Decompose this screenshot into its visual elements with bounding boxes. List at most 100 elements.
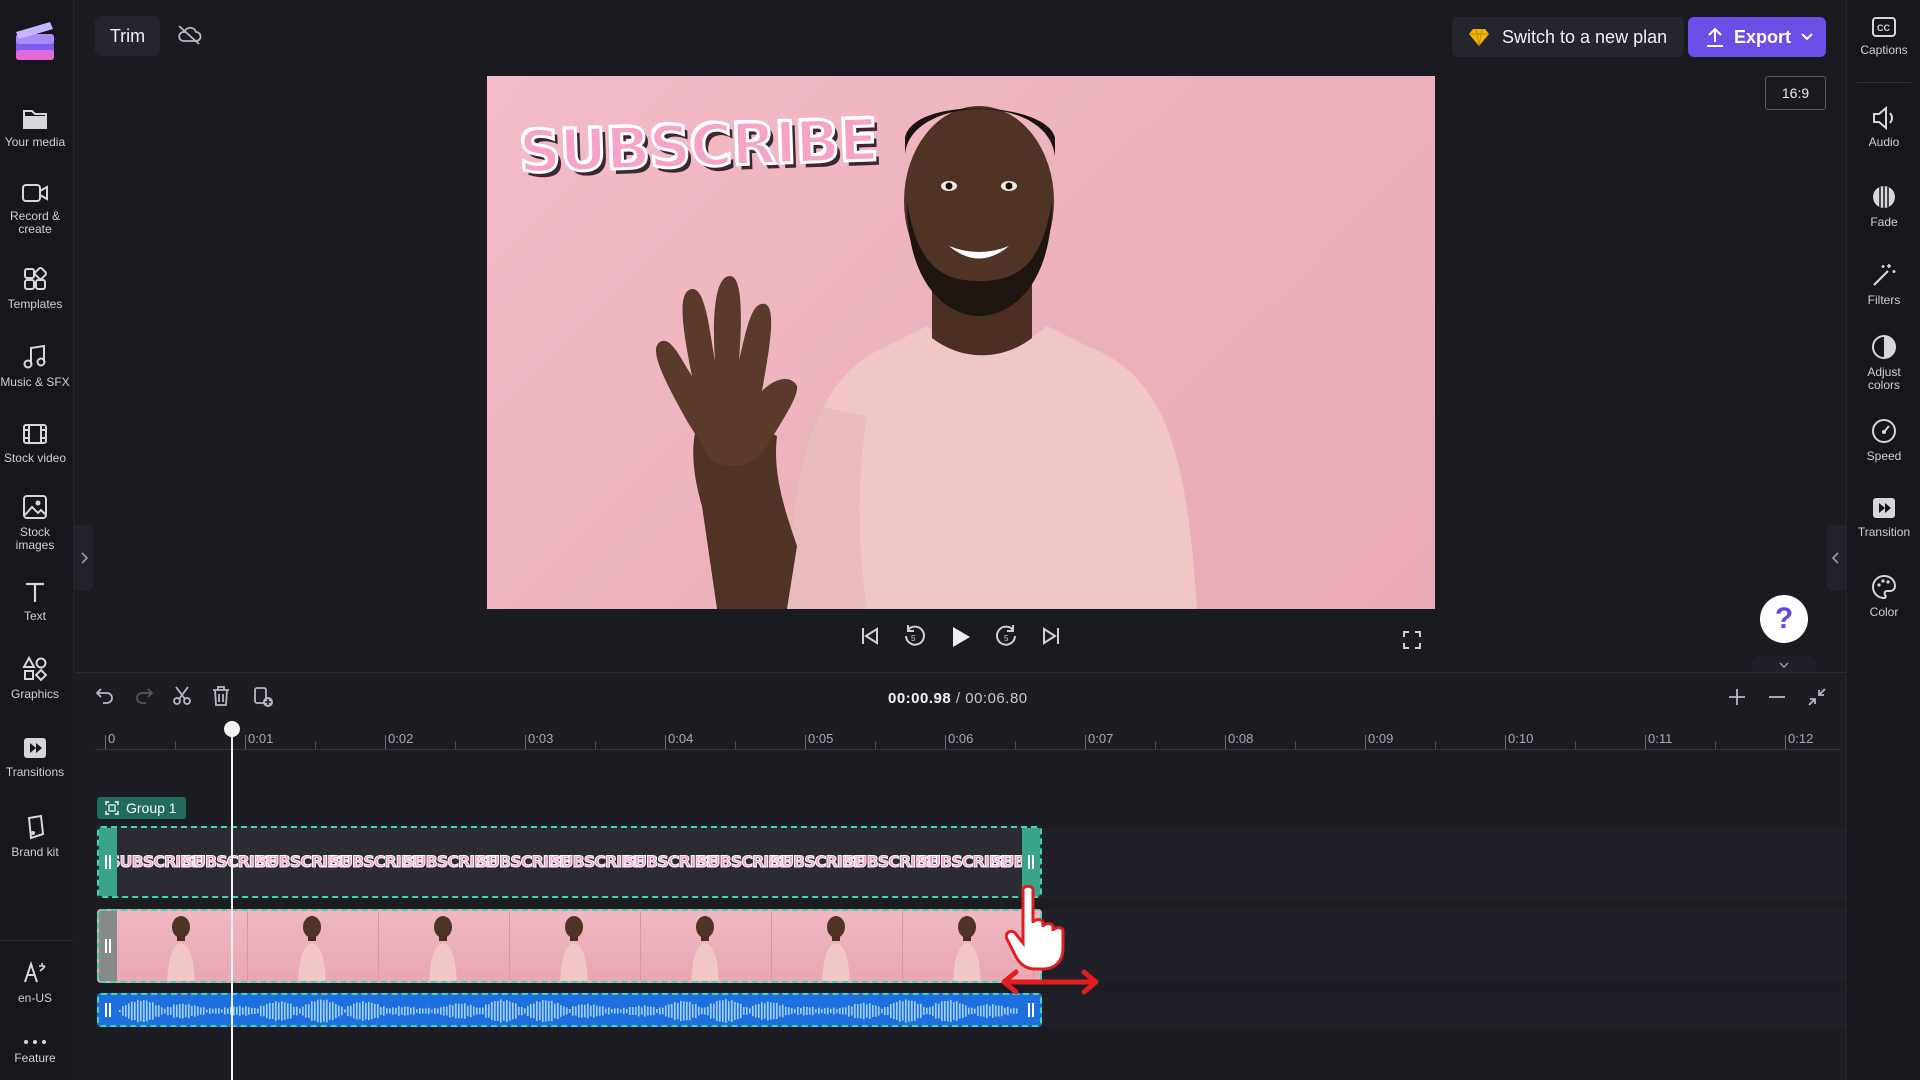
waveform-bar [551, 1000, 553, 1022]
waveform-bar [791, 1008, 793, 1014]
property-color[interactable]: Color [1847, 574, 1920, 619]
subscribe-sticker[interactable]: SUBSCRIBE [516, 104, 880, 187]
switch-plan-button[interactable]: Switch to a new plan [1452, 17, 1684, 57]
collapse-left-panel-button[interactable] [74, 525, 94, 591]
waveform-bar [404, 1006, 406, 1016]
sidebar-divider [1857, 82, 1911, 83]
playhead[interactable] [231, 728, 233, 1080]
sidebar-item-stock-images[interactable]: Stock images [0, 494, 70, 552]
duplicate-button[interactable] [252, 686, 274, 713]
property-speed[interactable]: Speed [1847, 418, 1920, 463]
waveform-bar [149, 1002, 151, 1020]
sticker-clip[interactable]: SUBSCRIBESUBSCRIBESUBSCRIBESUBSCRIBESUBS… [97, 826, 1042, 898]
forward-5-icon: 5 [996, 625, 1016, 646]
sidebar-item-feature[interactable]: Feature [0, 1038, 70, 1065]
collapse-right-panel-button[interactable] [1826, 525, 1846, 591]
skip-to-end-button[interactable] [1041, 626, 1061, 651]
ruler-minor-tick [595, 741, 596, 749]
trim-button[interactable]: Trim [95, 16, 160, 56]
sidebar-item-stock-video[interactable]: Stock video [0, 422, 70, 465]
waveform-bar [710, 1003, 712, 1019]
playhead-handle[interactable] [224, 721, 240, 737]
waveform-bar [572, 1006, 574, 1016]
waveform-bar [386, 1008, 388, 1014]
sidebar-item-transitions[interactable]: Transitions [0, 736, 70, 779]
property-transition[interactable]: Transition [1847, 496, 1920, 539]
sidebar-item-language[interactable]: en-US [0, 960, 70, 1005]
waveform-bar [155, 1005, 157, 1017]
rewind-5-button[interactable]: 5 [902, 624, 926, 655]
help-button[interactable]: ? [1760, 595, 1808, 643]
waveform-bar [722, 1000, 724, 1022]
waveform-bar [659, 1007, 661, 1015]
property-adjust-colors[interactable]: Adjust colors [1847, 334, 1920, 392]
delete-button[interactable] [212, 686, 230, 711]
skip-to-start-button[interactable] [860, 626, 880, 651]
sidebar-item-text[interactable]: Text [0, 580, 70, 623]
export-button[interactable]: Export [1688, 17, 1826, 57]
fit-timeline-button[interactable] [1808, 688, 1826, 711]
waveform-bar [917, 1003, 919, 1019]
waveform-bar [188, 1003, 190, 1019]
zoom-in-button[interactable] [1728, 688, 1746, 711]
waveform-bar [356, 1002, 358, 1020]
waveform-bar [449, 1004, 451, 1018]
play-icon [953, 627, 970, 647]
sidebar-item-record-create[interactable]: Record & create [0, 182, 70, 236]
sidebar-item-your-media[interactable]: Your media [0, 108, 70, 149]
waveform-bar [809, 1007, 811, 1015]
waveform-bar [875, 1005, 877, 1017]
waveform-bar [578, 1004, 580, 1018]
ruler-tick-label: 0:12 [1788, 731, 1814, 746]
waveform-bar [455, 1003, 457, 1019]
audio-clip[interactable] [97, 993, 1042, 1027]
aspect-ratio-button[interactable]: 16:9 [1765, 76, 1826, 110]
shapes-icon [22, 656, 48, 682]
waveform-bar [617, 1008, 619, 1014]
clipchamp-logo-icon[interactable] [14, 20, 56, 62]
undo-button[interactable] [95, 686, 115, 709]
property-fade[interactable]: Fade [1847, 184, 1920, 229]
ruler-major-tick [105, 735, 106, 749]
waveform-bar [593, 1004, 595, 1018]
waveform-bar [599, 1006, 601, 1016]
video-preview[interactable]: SUBSCRIBE [487, 76, 1435, 609]
forward-5-button[interactable]: 5 [995, 624, 1019, 655]
waveform-bar [290, 1003, 292, 1019]
property-filters[interactable]: Filters [1847, 262, 1920, 307]
property-audio[interactable]: Audio [1847, 106, 1920, 149]
ruler-tick-label: 0:10 [1508, 731, 1534, 746]
video-clip[interactable] [97, 909, 1042, 983]
redo-button[interactable] [134, 686, 154, 709]
waveform-bar [719, 1000, 721, 1022]
fullscreen-button[interactable] [1403, 631, 1421, 654]
waveform-bar [608, 1007, 610, 1015]
cloud-sync-off-icon[interactable] [176, 24, 202, 51]
total-time: 00:06.80 [965, 690, 1028, 707]
zoom-out-button[interactable] [1768, 688, 1786, 711]
waveform-bar [761, 1002, 763, 1020]
sidebar-item-graphics[interactable]: Graphics [0, 656, 70, 701]
waveform-bar [329, 1002, 331, 1020]
sidebar-item-templates[interactable]: Templates [0, 266, 70, 311]
property-captions[interactable]: CC Captions [1847, 16, 1920, 57]
contrast-icon [1872, 335, 1896, 359]
play-button[interactable] [950, 625, 972, 654]
waveform-bar [878, 1006, 880, 1016]
ruler-tick-label: 0:02 [388, 731, 414, 746]
upload-icon [1707, 27, 1723, 47]
trim-handle-left[interactable] [99, 995, 117, 1025]
sidebar-item-music-sfx[interactable]: Music & SFX [0, 344, 70, 389]
sidebar-item-brand-kit[interactable]: Brand kit [0, 814, 70, 859]
split-button[interactable] [172, 686, 192, 711]
waveform-bar [581, 1004, 583, 1018]
ruler-tick-label: 0:05 [808, 731, 834, 746]
group-label[interactable]: Group 1 [97, 797, 186, 819]
timeline-ruler[interactable]: 0 0:01 0:02 0:03 0:04 0:05 0:06 0:07 0:08 0:09 0:1… [95, 724, 1840, 750]
waveform-bar [575, 1006, 577, 1016]
waveform-bar [539, 1001, 541, 1021]
ruler-tick-label: 0:08 [1228, 731, 1254, 746]
trim-handle-left[interactable] [99, 828, 117, 896]
trim-handle-left[interactable] [99, 911, 117, 981]
waveform-bar [197, 1006, 199, 1016]
